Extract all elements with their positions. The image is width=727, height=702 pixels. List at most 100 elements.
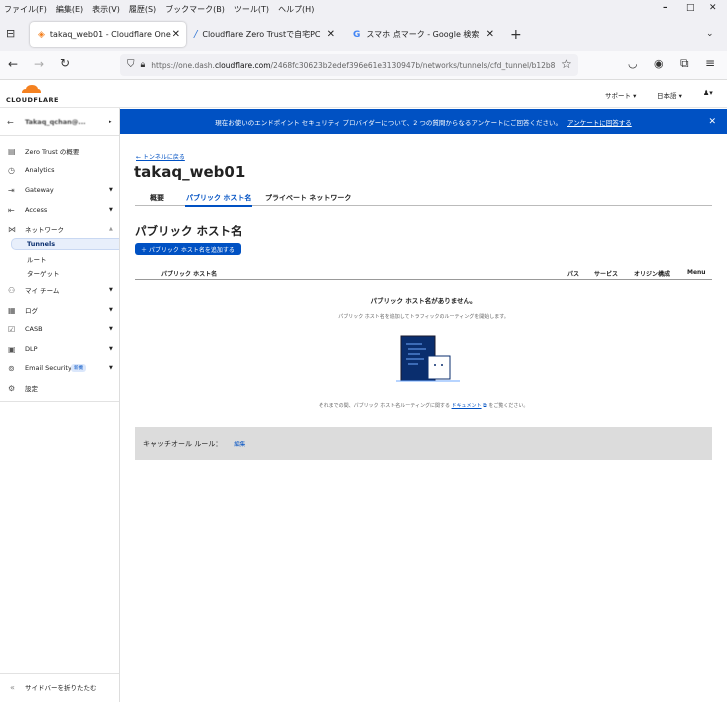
close-tab-icon[interactable]: ✕ [486, 29, 494, 40]
documentation-link[interactable]: ドキュメント [452, 403, 482, 409]
chevron-up-icon: ▲ [109, 226, 113, 232]
minimize-icon[interactable]: – [663, 3, 668, 13]
add-public-hostname-button[interactable]: ＋ パブリック ホスト名を追加する [135, 243, 241, 255]
close-banner-icon[interactable]: ✕ [708, 117, 716, 127]
cloudflare-logo[interactable]: CLOUDFLARE [6, 84, 58, 104]
pocket-icon[interactable]: ◡ [628, 58, 638, 69]
sidebar-subitem-routes[interactable]: ルート [27, 254, 47, 264]
gear-icon: ⚙ [8, 383, 16, 393]
tab-list-icon[interactable]: ⊟ [6, 28, 15, 39]
team-icon: ⚇ [8, 285, 16, 295]
extensions-icon[interactable]: ⧉ [680, 57, 689, 69]
back-icon[interactable]: ← [8, 58, 18, 70]
edit-catch-all-link[interactable]: 編集 [234, 440, 245, 448]
sidebar-item-label: Access [25, 206, 48, 214]
close-tab-icon[interactable]: ✕ [172, 29, 180, 40]
divider [0, 135, 119, 136]
back-arrow-icon: ← [7, 117, 14, 127]
doc-note-prefix: それまでの間、パブリック ホスト名ルーティングに関する [318, 403, 450, 409]
forward-icon[interactable]: → [34, 58, 44, 70]
catch-all-rule-panel: キャッチオール ルール： 編集 [135, 427, 712, 460]
sidebar-item-dlp[interactable]: ▣ DLP ▼ [0, 342, 119, 356]
menu-file[interactable]: ファイル(F) [0, 4, 52, 15]
chevron-right-icon: ▸ [109, 119, 112, 125]
sidebar-item-access[interactable]: ⇤ Access ▼ [0, 203, 119, 217]
tab-overview[interactable]: 概要 [150, 193, 164, 203]
sidebar-item-label: CASB [25, 325, 43, 333]
empty-state-title: パブリック ホスト名がありません。 [370, 297, 477, 305]
empty-state-description: パブリック ホスト名を追加してトラフィックのルーティングを開始します。 [338, 314, 509, 320]
sidebar-subitem-label: ルート [27, 256, 47, 264]
sidebar-item-logs[interactable]: ▦ ログ ▼ [0, 303, 119, 317]
sidebar-item-label: Email Security [25, 364, 72, 372]
network-icon: ⋈ [8, 224, 16, 234]
sidebar-subitem-targets[interactable]: ターゲット [27, 268, 60, 278]
tab-cloudflare-one[interactable]: ◈ takaq_web01 - Cloudflare One ✕ [30, 22, 186, 47]
list-all-tabs-icon[interactable]: ⌄ [706, 30, 714, 39]
url-prefix: https://one.dash. [151, 60, 215, 70]
menu-edit[interactable]: 編集(E) [52, 4, 88, 15]
account-name: Takaq_qchan@... [25, 118, 86, 126]
sidebar-subitem-label: Tunnels [27, 240, 56, 248]
chevron-down-icon: ▼ [109, 365, 113, 371]
lock-icon[interactable]: 🔒︎ [141, 60, 146, 70]
tunnel-name-title: takaq_web01 [134, 163, 246, 181]
sidebar-item-casb[interactable]: ☑ CASB ▼ [0, 322, 119, 336]
new-tab-icon[interactable]: + [510, 28, 522, 42]
account-switcher[interactable]: ← Takaq_qchan@... ▸ [0, 115, 119, 129]
cloud-logo-icon [22, 85, 41, 93]
tab-public-hostnames[interactable]: パブリック ホスト名 [185, 193, 253, 207]
survey-link[interactable]: アンケートに回答する [567, 117, 632, 127]
collapse-sidebar-button[interactable]: « サイドバーを折りたたむ [0, 680, 119, 694]
sidebar-item-label: Gateway [25, 186, 54, 194]
app-menu-icon[interactable]: ≡ [705, 57, 715, 69]
maximize-icon[interactable]: □ [686, 3, 695, 13]
book-icon: ▤ [8, 146, 16, 156]
back-to-tunnels-link[interactable]: ← トンネルに戻る [136, 152, 185, 161]
url-domain: cloudflare.com [214, 60, 271, 70]
main-content: ← トンネルに戻る takaq_web01 概要 パブリック ホスト名 プライベ… [120, 134, 727, 702]
sidebar-item-analytics[interactable]: ◷ Analytics [0, 163, 119, 177]
sidebar-item-my-team[interactable]: ⚇ マイ チーム ▼ [0, 283, 119, 297]
close-window-icon[interactable]: ✕ [709, 3, 717, 13]
user-icon[interactable]: ♟▾ [703, 89, 713, 97]
tab-zero-trust-article[interactable]: / Cloudflare Zero Trustで自宅PC ✕ [186, 22, 341, 47]
column-header-origin: オリジン構成 [634, 271, 671, 278]
external-link-icon: ⧉ [483, 403, 487, 409]
language-menu[interactable]: 日本語 ▾ [657, 90, 682, 100]
menu-tools[interactable]: ツール(T) [230, 4, 274, 15]
email-icon: ⊚ [8, 363, 15, 373]
column-header-menu: Menu [687, 269, 706, 276]
column-header-service: サービス [594, 271, 619, 278]
menu-bookmarks[interactable]: ブックマーク(B) [161, 4, 230, 15]
sidebar-item-network[interactable]: ⋈ ネットワーク ▲ [0, 222, 119, 236]
account-icon[interactable]: ◉ [654, 58, 664, 69]
gateway-icon: ⇥ [8, 185, 15, 195]
sidebar-item-label: ネットワーク [25, 226, 64, 234]
menu-history[interactable]: 履歴(S) [125, 4, 161, 15]
menu-view[interactable]: 表示(V) [88, 4, 125, 15]
sidebar-item-email-security[interactable]: ⊚ Email Security 新機 ▼ [0, 361, 119, 375]
chevron-down-icon: ▼ [109, 307, 113, 313]
tracking-shield-icon[interactable]: ⛉ [127, 60, 135, 70]
sidebar-subitem-tunnels[interactable]: Tunnels [11, 238, 119, 250]
sidebar-item-settings[interactable]: ⚙ 設定 [0, 381, 119, 395]
tunnel-tabs: 概要 パブリック ホスト名 プライベート ネットワーク [135, 191, 712, 207]
url-bar[interactable]: ⛉ 🔒︎ https://one.dash. cloudflare.com/246… [120, 54, 578, 76]
chevron-down-icon: ▼ [109, 187, 113, 193]
close-tab-icon[interactable]: ✕ [327, 29, 335, 40]
bookmark-star-icon[interactable]: ☆ [561, 58, 572, 70]
sidebar-item-overview[interactable]: ▤ Zero Trust の概要 [0, 144, 119, 158]
menu-help[interactable]: ヘルプ(H) [274, 4, 319, 15]
url-path: /2468fc30623b2edef396e61e3130947b/networ… [270, 60, 556, 70]
sidebar-item-label: DLP [25, 345, 38, 353]
tab-private-network[interactable]: プライベート ネットワーク [265, 193, 351, 203]
empty-state-illustration [396, 335, 460, 382]
section-title: パブリック ホスト名 [135, 224, 243, 238]
tab-google-search[interactable]: G スマホ 点マーク - Google 検索 ✕ [345, 22, 500, 47]
tab-title: Cloudflare Zero Trustで自宅PC [202, 30, 321, 39]
sidebar-item-gateway[interactable]: ⇥ Gateway ▼ [0, 183, 119, 197]
support-menu[interactable]: サポート ▾ [605, 90, 636, 100]
documentation-note: それまでの間、パブリック ホスト名ルーティングに関する ドキュメント ⧉ をご覧… [135, 402, 712, 409]
reload-icon[interactable]: ↻ [60, 57, 70, 69]
